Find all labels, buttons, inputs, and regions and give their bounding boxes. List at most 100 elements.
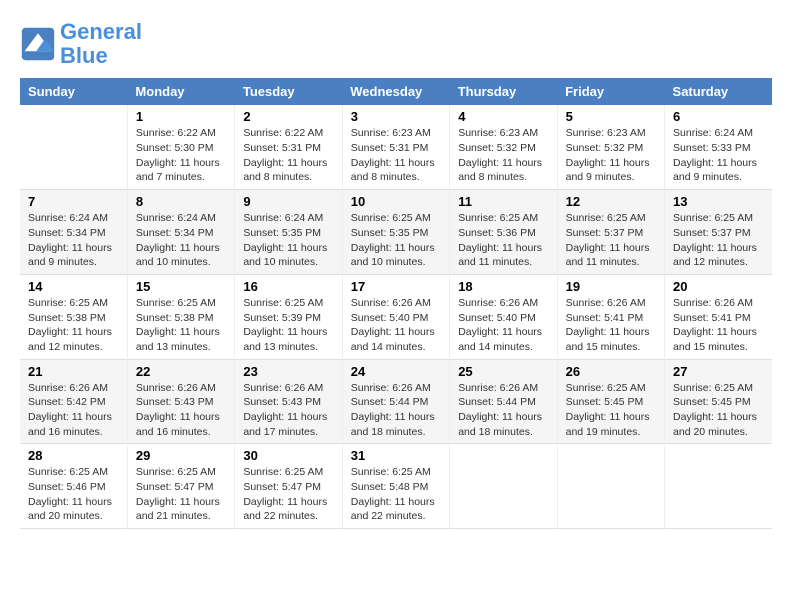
calendar-day-cell: [665, 444, 772, 529]
calendar-week-row: 21 Sunrise: 6:26 AMSunset: 5:42 PMDayligh…: [20, 359, 772, 444]
day-info: Sunrise: 6:25 AMSunset: 5:39 PMDaylight:…: [243, 296, 333, 355]
day-info: Sunrise: 6:25 AMSunset: 5:47 PMDaylight:…: [243, 465, 333, 524]
calendar-day-cell: 21 Sunrise: 6:26 AMSunset: 5:42 PMDayligh…: [20, 359, 127, 444]
day-number: 8: [136, 194, 226, 209]
calendar-week-row: 7Sunrise: 6:24 AMSunset: 5:34 PMDaylight…: [20, 190, 772, 275]
page-header: General Blue: [20, 20, 772, 68]
day-info: Sunrise: 6:25 AMSunset: 5:38 PMDaylight:…: [28, 296, 119, 355]
day-number: 9: [243, 194, 333, 209]
day-info: Sunrise: 6:25 AMSunset: 5:37 PMDaylight:…: [566, 211, 656, 270]
day-number: 25: [458, 364, 548, 379]
calendar-header-row: SundayMondayTuesdayWednesdayThursdayFrid…: [20, 78, 772, 105]
calendar-day-cell: 5Sunrise: 6:23 AMSunset: 5:32 PMDaylight…: [557, 105, 664, 189]
calendar-day-cell: 20 Sunrise: 6:26 AMSunset: 5:41 PMDayligh…: [665, 274, 772, 359]
calendar-day-cell: 4 Sunrise: 6:23 AMSunset: 5:32 PMDaylight…: [450, 105, 557, 189]
calendar-day-cell: 8Sunrise: 6:24 AMSunset: 5:34 PMDaylight…: [127, 190, 234, 275]
day-number: 16: [243, 279, 333, 294]
day-info: Sunrise: 6:26 AMSunset: 5:44 PMDaylight:…: [458, 381, 548, 440]
calendar-day-cell: 26 Sunrise: 6:25 AMSunset: 5:45 PMDayligh…: [557, 359, 664, 444]
calendar-week-row: 1 Sunrise: 6:22 AMSunset: 5:30 PMDaylight…: [20, 105, 772, 189]
day-number: 2: [243, 109, 333, 124]
calendar-day-cell: 25 Sunrise: 6:26 AMSunset: 5:44 PMDayligh…: [450, 359, 557, 444]
calendar-day-cell: 10Sunrise: 6:25 AMSunset: 5:35 PMDayligh…: [342, 190, 449, 275]
day-number: 21: [28, 364, 119, 379]
day-number: 22: [136, 364, 226, 379]
day-info: Sunrise: 6:26 AMSunset: 5:43 PMDaylight:…: [243, 381, 333, 440]
day-info: Sunrise: 6:25 AMSunset: 5:47 PMDaylight:…: [136, 465, 226, 524]
logo-text: General Blue: [60, 20, 142, 68]
day-info: Sunrise: 6:26 AMSunset: 5:44 PMDaylight:…: [351, 381, 441, 440]
day-info: Sunrise: 6:22 AMSunset: 5:30 PMDaylight:…: [136, 126, 226, 185]
day-number: 23: [243, 364, 333, 379]
day-info: Sunrise: 6:26 AMSunset: 5:42 PMDaylight:…: [28, 381, 119, 440]
day-info: Sunrise: 6:26 AMSunset: 5:40 PMDaylight:…: [351, 296, 441, 355]
calendar-day-cell: 22 Sunrise: 6:26 AMSunset: 5:43 PMDayligh…: [127, 359, 234, 444]
day-info: Sunrise: 6:25 AMSunset: 5:46 PMDaylight:…: [28, 465, 119, 524]
calendar-day-cell: 2 Sunrise: 6:22 AMSunset: 5:31 PMDaylight…: [235, 105, 342, 189]
day-number: 3: [351, 109, 441, 124]
day-number: 18: [458, 279, 548, 294]
day-number: 31: [351, 448, 441, 463]
calendar-day-cell: 7Sunrise: 6:24 AMSunset: 5:34 PMDaylight…: [20, 190, 127, 275]
day-info: Sunrise: 6:25 AMSunset: 5:36 PMDaylight:…: [458, 211, 548, 270]
calendar-day-cell: 1 Sunrise: 6:22 AMSunset: 5:30 PMDaylight…: [127, 105, 234, 189]
weekday-header: Saturday: [665, 78, 772, 105]
day-number: 17: [351, 279, 441, 294]
calendar-day-cell: 28 Sunrise: 6:25 AMSunset: 5:46 PMDayligh…: [20, 444, 127, 529]
day-info: Sunrise: 6:25 AMSunset: 5:45 PMDaylight:…: [566, 381, 656, 440]
day-info: Sunrise: 6:26 AMSunset: 5:43 PMDaylight:…: [136, 381, 226, 440]
day-number: 28: [28, 448, 119, 463]
day-number: 24: [351, 364, 441, 379]
calendar-day-cell: 23 Sunrise: 6:26 AMSunset: 5:43 PMDayligh…: [235, 359, 342, 444]
day-info: Sunrise: 6:26 AMSunset: 5:40 PMDaylight:…: [458, 296, 548, 355]
weekday-header: Wednesday: [342, 78, 449, 105]
calendar-day-cell: 6Sunrise: 6:24 AMSunset: 5:33 PMDaylight…: [665, 105, 772, 189]
day-info: Sunrise: 6:26 AMSunset: 5:41 PMDaylight:…: [673, 296, 764, 355]
calendar-day-cell: 15Sunrise: 6:25 AMSunset: 5:38 PMDayligh…: [127, 274, 234, 359]
day-number: 6: [673, 109, 764, 124]
weekday-header: Sunday: [20, 78, 127, 105]
logo-icon: [20, 26, 56, 62]
day-number: 29: [136, 448, 226, 463]
logo: General Blue: [20, 20, 142, 68]
calendar-day-cell: 12 Sunrise: 6:25 AMSunset: 5:37 PMDayligh…: [557, 190, 664, 275]
day-number: 10: [351, 194, 441, 209]
calendar-day-cell: [450, 444, 557, 529]
day-number: 27: [673, 364, 764, 379]
calendar-day-cell: 3 Sunrise: 6:23 AMSunset: 5:31 PMDaylight…: [342, 105, 449, 189]
weekday-header: Tuesday: [235, 78, 342, 105]
calendar-day-cell: 16 Sunrise: 6:25 AMSunset: 5:39 PMDayligh…: [235, 274, 342, 359]
day-info: Sunrise: 6:25 AMSunset: 5:45 PMDaylight:…: [673, 381, 764, 440]
day-number: 1: [136, 109, 226, 124]
day-info: Sunrise: 6:23 AMSunset: 5:31 PMDaylight:…: [351, 126, 441, 185]
weekday-header: Friday: [557, 78, 664, 105]
day-number: 13: [673, 194, 764, 209]
calendar-week-row: 14Sunrise: 6:25 AMSunset: 5:38 PMDayligh…: [20, 274, 772, 359]
day-number: 15: [136, 279, 226, 294]
calendar-day-cell: 24 Sunrise: 6:26 AMSunset: 5:44 PMDayligh…: [342, 359, 449, 444]
day-info: Sunrise: 6:25 AMSunset: 5:48 PMDaylight:…: [351, 465, 441, 524]
calendar-table: SundayMondayTuesdayWednesdayThursdayFrid…: [20, 78, 772, 529]
day-number: 12: [566, 194, 656, 209]
day-info: Sunrise: 6:24 AMSunset: 5:35 PMDaylight:…: [243, 211, 333, 270]
calendar-day-cell: 18 Sunrise: 6:26 AMSunset: 5:40 PMDayligh…: [450, 274, 557, 359]
day-number: 11: [458, 194, 548, 209]
calendar-day-cell: 11 Sunrise: 6:25 AMSunset: 5:36 PMDayligh…: [450, 190, 557, 275]
day-number: 26: [566, 364, 656, 379]
day-number: 19: [566, 279, 656, 294]
calendar-day-cell: 13Sunrise: 6:25 AMSunset: 5:37 PMDayligh…: [665, 190, 772, 275]
calendar-day-cell: 30 Sunrise: 6:25 AMSunset: 5:47 PMDayligh…: [235, 444, 342, 529]
day-number: 4: [458, 109, 548, 124]
day-info: Sunrise: 6:22 AMSunset: 5:31 PMDaylight:…: [243, 126, 333, 185]
calendar-day-cell: 31 Sunrise: 6:25 AMSunset: 5:48 PMDayligh…: [342, 444, 449, 529]
weekday-header: Thursday: [450, 78, 557, 105]
calendar-day-cell: [20, 105, 127, 189]
calendar-day-cell: 17 Sunrise: 6:26 AMSunset: 5:40 PMDayligh…: [342, 274, 449, 359]
day-number: 20: [673, 279, 764, 294]
day-info: Sunrise: 6:23 AMSunset: 5:32 PMDaylight:…: [566, 126, 656, 185]
day-info: Sunrise: 6:23 AMSunset: 5:32 PMDaylight:…: [458, 126, 548, 185]
day-number: 30: [243, 448, 333, 463]
calendar-week-row: 28 Sunrise: 6:25 AMSunset: 5:46 PMDayligh…: [20, 444, 772, 529]
weekday-header: Monday: [127, 78, 234, 105]
calendar-day-cell: [557, 444, 664, 529]
